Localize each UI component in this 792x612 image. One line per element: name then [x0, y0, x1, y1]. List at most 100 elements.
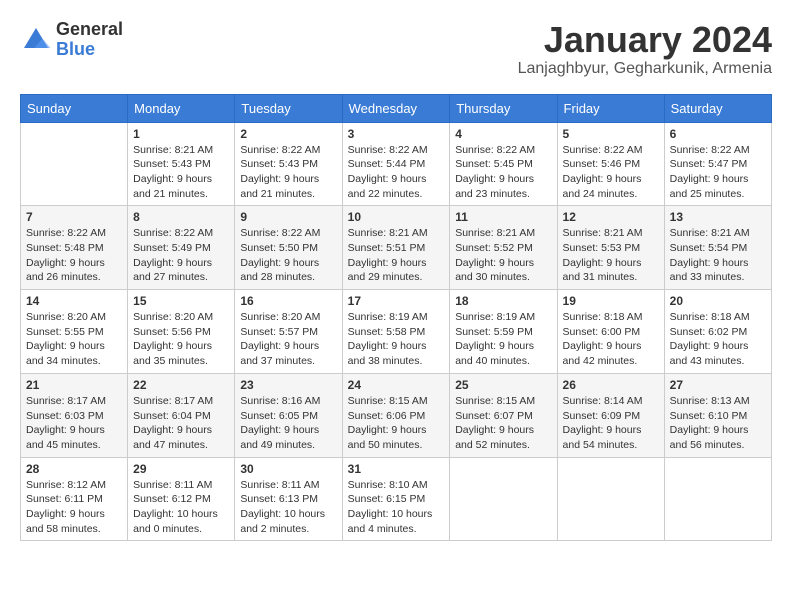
calendar-cell: 29Sunrise: 8:11 AM Sunset: 6:12 PM Dayli… — [128, 457, 235, 541]
calendar-cell: 27 Sunrise: 8:13 AM Sunset: 6:10 PM Dayli… — [664, 373, 771, 457]
calendar-cell: 8 Sunrise: 8:22 AM Sunset: 5:49 PM Daylig… — [128, 206, 235, 290]
day-info: Sunrise: 8:22 AM Sunset: 5:45 PM Dayligh… — [455, 143, 551, 202]
calendar-cell: 3Sunrise: 8:22 AM Sunset: 5:44 PM Daylig… — [342, 122, 450, 206]
day-number: 12 — [563, 210, 659, 224]
day-number: 11 — [455, 210, 551, 224]
logo-blue-text: Blue — [56, 40, 123, 60]
calendar-header-row: SundayMondayTuesdayWednesdayThursdayFrid… — [21, 94, 772, 122]
calendar-cell — [450, 457, 557, 541]
calendar-cell: 21 Sunrise: 8:17 AM Sunset: 6:03 PM Dayli… — [21, 373, 128, 457]
day-info: Sunrise: 8:11 AM Sunset: 6:13 PM Dayligh… — [240, 478, 336, 537]
calendar-cell: 13 Sunrise: 8:21 AM Sunset: 5:54 PM Dayli… — [664, 206, 771, 290]
logo-general-text: General — [56, 20, 123, 40]
day-info: Sunrise: 8:18 AM Sunset: 6:00 PM Dayligh… — [563, 310, 659, 369]
calendar-week-row: 21 Sunrise: 8:17 AM Sunset: 6:03 PM Dayli… — [21, 373, 772, 457]
day-info: Sunrise: 8:22 AM Sunset: 5:49 PM Dayligh… — [133, 226, 229, 285]
day-number: 29 — [133, 462, 229, 476]
day-number: 22 — [133, 378, 229, 392]
day-info: Sunrise: 8:14 AM Sunset: 6:09 PM Dayligh… — [563, 394, 659, 453]
day-number: 27 — [670, 378, 766, 392]
day-info: Sunrise: 8:13 AM Sunset: 6:10 PM Dayligh… — [670, 394, 766, 453]
day-info: Sunrise: 8:12 AM Sunset: 6:11 PM Dayligh… — [26, 478, 122, 537]
location-title: Lanjaghbyur, Gegharkunik, Armenia — [518, 60, 772, 78]
calendar-cell: 11Sunrise: 8:21 AM Sunset: 5:52 PM Dayli… — [450, 206, 557, 290]
day-number: 14 — [26, 294, 122, 308]
calendar-cell: 17 Sunrise: 8:19 AM Sunset: 5:58 PM Dayli… — [342, 290, 450, 374]
calendar-cell: 10 Sunrise: 8:21 AM Sunset: 5:51 PM Dayli… — [342, 206, 450, 290]
calendar-cell: 20 Sunrise: 8:18 AM Sunset: 6:02 PM Dayli… — [664, 290, 771, 374]
calendar-cell: 18 Sunrise: 8:19 AM Sunset: 5:59 PM Dayli… — [450, 290, 557, 374]
page-header: General Blue January 2024 Lanjaghbyur, G… — [20, 20, 772, 78]
day-info: Sunrise: 8:17 AM Sunset: 6:04 PM Dayligh… — [133, 394, 229, 453]
day-number: 23 — [240, 378, 336, 392]
day-number: 18 — [455, 294, 551, 308]
calendar-day-header-sunday: Sunday — [21, 94, 128, 122]
day-info: Sunrise: 8:22 AM Sunset: 5:47 PM Dayligh… — [670, 143, 766, 202]
calendar-cell: 31 Sunrise: 8:10 AM Sunset: 6:15 PM Dayli… — [342, 457, 450, 541]
calendar-week-row: 1 Sunrise: 8:21 AM Sunset: 5:43 PM Daylig… — [21, 122, 772, 206]
day-info: Sunrise: 8:15 AM Sunset: 6:07 PM Dayligh… — [455, 394, 551, 453]
day-info: Sunrise: 8:21 AM Sunset: 5:54 PM Dayligh… — [670, 226, 766, 285]
day-number: 16 — [240, 294, 336, 308]
day-number: 5 — [563, 127, 659, 141]
calendar-day-header-tuesday: Tuesday — [235, 94, 342, 122]
day-number: 28 — [26, 462, 122, 476]
day-number: 4 — [455, 127, 551, 141]
calendar-week-row: 28 Sunrise: 8:12 AM Sunset: 6:11 PM Dayli… — [21, 457, 772, 541]
day-info: Sunrise: 8:22 AM Sunset: 5:46 PM Dayligh… — [563, 143, 659, 202]
day-number: 19 — [563, 294, 659, 308]
day-info: Sunrise: 8:16 AM Sunset: 6:05 PM Dayligh… — [240, 394, 336, 453]
calendar-day-header-monday: Monday — [128, 94, 235, 122]
day-number: 26 — [563, 378, 659, 392]
day-number: 10 — [348, 210, 445, 224]
calendar-day-header-wednesday: Wednesday — [342, 94, 450, 122]
title-block: January 2024 Lanjaghbyur, Gegharkunik, A… — [518, 20, 772, 78]
day-number: 25 — [455, 378, 551, 392]
month-title: January 2024 — [518, 20, 772, 60]
calendar-cell — [664, 457, 771, 541]
day-info: Sunrise: 8:21 AM Sunset: 5:43 PM Dayligh… — [133, 143, 229, 202]
day-number: 24 — [348, 378, 445, 392]
day-number: 21 — [26, 378, 122, 392]
calendar-cell: 12 Sunrise: 8:21 AM Sunset: 5:53 PM Dayli… — [557, 206, 664, 290]
calendar-day-header-friday: Friday — [557, 94, 664, 122]
calendar-cell: 22 Sunrise: 8:17 AM Sunset: 6:04 PM Dayli… — [128, 373, 235, 457]
calendar-cell: 30 Sunrise: 8:11 AM Sunset: 6:13 PM Dayli… — [235, 457, 342, 541]
calendar-header: SundayMondayTuesdayWednesdayThursdayFrid… — [21, 94, 772, 122]
calendar-table: SundayMondayTuesdayWednesdayThursdayFrid… — [20, 94, 772, 542]
day-info: Sunrise: 8:22 AM Sunset: 5:48 PM Dayligh… — [26, 226, 122, 285]
day-info: Sunrise: 8:18 AM Sunset: 6:02 PM Dayligh… — [670, 310, 766, 369]
day-number: 2 — [240, 127, 336, 141]
day-number: 9 — [240, 210, 336, 224]
calendar-cell: 4 Sunrise: 8:22 AM Sunset: 5:45 PM Daylig… — [450, 122, 557, 206]
calendar-day-header-thursday: Thursday — [450, 94, 557, 122]
day-info: Sunrise: 8:21 AM Sunset: 5:53 PM Dayligh… — [563, 226, 659, 285]
day-info: Sunrise: 8:19 AM Sunset: 5:59 PM Dayligh… — [455, 310, 551, 369]
day-info: Sunrise: 8:17 AM Sunset: 6:03 PM Dayligh… — [26, 394, 122, 453]
day-number: 8 — [133, 210, 229, 224]
day-number: 30 — [240, 462, 336, 476]
day-info: Sunrise: 8:19 AM Sunset: 5:58 PM Dayligh… — [348, 310, 445, 369]
calendar-cell: 15Sunrise: 8:20 AM Sunset: 5:56 PM Dayli… — [128, 290, 235, 374]
day-info: Sunrise: 8:15 AM Sunset: 6:06 PM Dayligh… — [348, 394, 445, 453]
calendar-cell — [557, 457, 664, 541]
calendar-cell: 28 Sunrise: 8:12 AM Sunset: 6:11 PM Dayli… — [21, 457, 128, 541]
day-number: 31 — [348, 462, 445, 476]
day-info: Sunrise: 8:21 AM Sunset: 5:51 PM Dayligh… — [348, 226, 445, 285]
calendar-cell: 6Sunrise: 8:22 AM Sunset: 5:47 PM Daylig… — [664, 122, 771, 206]
day-info: Sunrise: 8:20 AM Sunset: 5:57 PM Dayligh… — [240, 310, 336, 369]
day-info: Sunrise: 8:22 AM Sunset: 5:50 PM Dayligh… — [240, 226, 336, 285]
day-info: Sunrise: 8:10 AM Sunset: 6:15 PM Dayligh… — [348, 478, 445, 537]
calendar-week-row: 14Sunrise: 8:20 AM Sunset: 5:55 PM Dayli… — [21, 290, 772, 374]
day-number: 13 — [670, 210, 766, 224]
calendar-cell: 26 Sunrise: 8:14 AM Sunset: 6:09 PM Dayli… — [557, 373, 664, 457]
day-number: 17 — [348, 294, 445, 308]
calendar-cell: 19 Sunrise: 8:18 AM Sunset: 6:00 PM Dayli… — [557, 290, 664, 374]
day-number: 20 — [670, 294, 766, 308]
calendar-cell: 7Sunrise: 8:22 AM Sunset: 5:48 PM Daylig… — [21, 206, 128, 290]
calendar-cell: 14Sunrise: 8:20 AM Sunset: 5:55 PM Dayli… — [21, 290, 128, 374]
calendar-cell: 2Sunrise: 8:22 AM Sunset: 5:43 PM Daylig… — [235, 122, 342, 206]
logo-text: General Blue — [56, 20, 123, 60]
day-info: Sunrise: 8:20 AM Sunset: 5:56 PM Dayligh… — [133, 310, 229, 369]
day-number: 1 — [133, 127, 229, 141]
